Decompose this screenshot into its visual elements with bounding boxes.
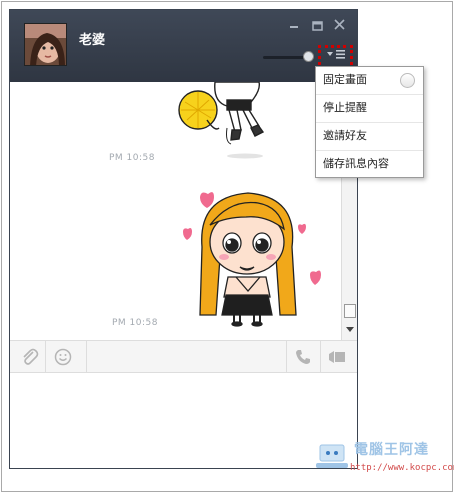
- toolbar-divider: [320, 341, 321, 372]
- options-dropdown-menu: 固定畫面 停止提醒 邀請好友 儲存訊息內容: [315, 66, 424, 178]
- pin-toggle[interactable]: [400, 73, 415, 88]
- minimize-icon[interactable]: [289, 20, 299, 32]
- chat-window: 老婆 PM 10:58 PM 10:58: [9, 9, 358, 469]
- smiley-icon[interactable]: [54, 348, 72, 369]
- scrollbar-thumb[interactable]: [344, 304, 356, 318]
- title-bar: 老婆: [10, 10, 357, 82]
- watermark: 電腦王阿達 http://www.kocpc.com.tw: [314, 437, 454, 481]
- maximize-icon[interactable]: [312, 21, 323, 33]
- close-icon[interactable]: [334, 19, 345, 32]
- menu-item-label: 儲存訊息內容: [323, 157, 389, 170]
- sticker-blonde-girl[interactable]: [180, 187, 325, 327]
- watermark-url: http://www.kocpc.com.tw: [350, 463, 454, 473]
- menu-item-mute-notifications[interactable]: 停止提醒: [316, 95, 423, 123]
- message-timestamp: PM 10:58: [112, 318, 158, 328]
- watermark-logo-icon: [316, 444, 348, 468]
- video-camera-icon[interactable]: [328, 350, 346, 369]
- message-toolbar: [10, 340, 357, 373]
- volume-slider-knob[interactable]: [303, 51, 314, 62]
- toolbar-divider: [86, 341, 87, 372]
- message-input[interactable]: [10, 373, 357, 468]
- contact-name: 老婆: [79, 33, 106, 48]
- menu-item-invite-friends[interactable]: 邀請好友: [316, 123, 423, 151]
- menu-icon: [325, 50, 347, 62]
- paperclip-icon[interactable]: [21, 348, 39, 369]
- chat-message-area: PM 10:58 PM 10:58: [10, 82, 341, 340]
- menu-item-label: 邀請好友: [323, 129, 367, 142]
- avatar[interactable]: [24, 23, 67, 66]
- menu-item-save-messages[interactable]: 儲存訊息內容: [316, 151, 423, 179]
- scroll-down-arrow-icon[interactable]: [346, 326, 354, 335]
- toolbar-divider: [45, 341, 46, 372]
- watermark-title: 電腦王阿達: [354, 442, 429, 458]
- message-timestamp: PM 10:58: [109, 153, 155, 163]
- phone-icon[interactable]: [295, 349, 311, 369]
- menu-item-label: 停止提醒: [323, 101, 367, 114]
- sticker-cheerleader[interactable]: [175, 82, 285, 160]
- toolbar-divider: [286, 341, 287, 372]
- menu-item-pin-window[interactable]: 固定畫面: [316, 67, 423, 95]
- menu-item-label: 固定畫面: [323, 73, 367, 86]
